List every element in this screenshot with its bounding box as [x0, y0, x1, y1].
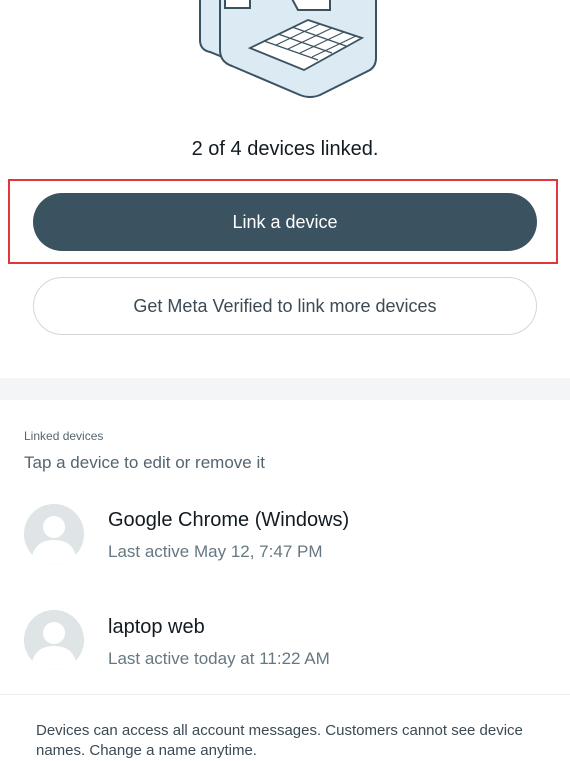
default-avatar-icon — [24, 610, 84, 670]
footer-note: Devices can access all account messages.… — [36, 722, 523, 759]
linked-count-text: 2 of 4 devices linked. — [191, 138, 379, 160]
divider — [0, 694, 570, 695]
device-row-laptop-web[interactable]: laptop web Last active today at 11:22 AM — [0, 598, 570, 694]
meta-verified-button[interactable]: Get Meta Verified to link more devices — [33, 277, 537, 335]
device-name: Google Chrome (Windows) — [108, 509, 350, 531]
linked-devices-header: Linked devices — [24, 429, 104, 443]
device-last-active: Last active today at 11:22 AM — [108, 649, 330, 668]
section-divider — [0, 378, 570, 400]
device-name: laptop web — [108, 616, 205, 638]
device-row-google-chrome[interactable]: Google Chrome (Windows) Last active May … — [0, 490, 570, 586]
linked-devices-subheader: Tap a device to edit or remove it — [24, 453, 265, 472]
laptop-illustration-icon — [199, 0, 377, 98]
device-last-active: Last active May 12, 7:47 PM — [108, 542, 323, 561]
link-device-button[interactable]: Link a device — [33, 193, 537, 251]
default-avatar-icon — [24, 504, 84, 564]
linked-devices-illustration — [190, 0, 380, 100]
